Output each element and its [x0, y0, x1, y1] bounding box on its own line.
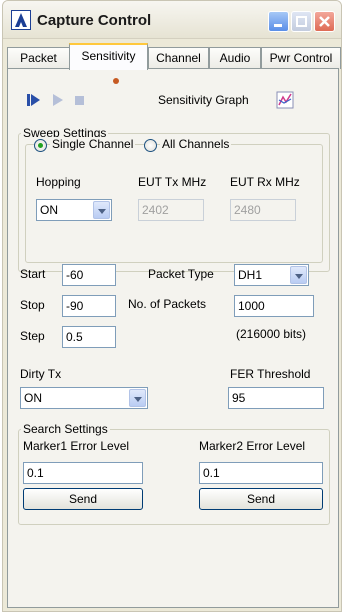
hopping-label: Hopping: [36, 175, 81, 189]
sensitivity-panel: Sensitivity Graph Sweep Settings Single …: [7, 68, 339, 608]
chevron-down-icon[interactable]: [93, 201, 110, 219]
app-icon: [11, 10, 31, 30]
single-channel-radio[interactable]: [34, 139, 47, 152]
title-bar[interactable]: Capture Control: [3, 1, 341, 39]
fer-threshold-label: FER Threshold: [230, 367, 311, 381]
tab-sensitivity[interactable]: Sensitivity: [69, 43, 148, 70]
maximize-button[interactable]: [291, 11, 312, 32]
packet-type-label: Packet Type: [148, 267, 214, 281]
dirty-tx-select[interactable]: ON: [20, 387, 148, 409]
marker2-send-button[interactable]: Send: [199, 488, 323, 510]
eut-tx-label: EUT Tx MHz: [138, 175, 207, 189]
sensitivity-graph-label: Sensitivity Graph: [158, 93, 249, 107]
step-label: Step: [20, 329, 45, 343]
tab-pwr-control[interactable]: Pwr Control: [261, 47, 341, 69]
sweep-settings-group: Sweep Settings Single Channel All Channe…: [18, 126, 330, 272]
num-packets-field[interactable]: 1000: [234, 295, 314, 317]
play-icon[interactable]: [52, 93, 64, 107]
packet-type-select[interactable]: DH1: [234, 264, 309, 286]
all-channels-label[interactable]: All Channels: [160, 137, 232, 151]
stop-label: Stop: [20, 298, 45, 312]
step-field[interactable]: 0.5: [62, 326, 116, 348]
dirty-tx-value: ON: [24, 391, 42, 405]
packet-type-value: DH1: [238, 268, 263, 282]
eut-rx-label: EUT Rx MHz: [230, 175, 300, 189]
window-title: Capture Control: [37, 12, 152, 29]
num-packets-label: No. of Packets: [128, 297, 207, 311]
close-button[interactable]: [314, 11, 335, 32]
hopping-select[interactable]: ON: [36, 199, 112, 221]
fer-threshold-field[interactable]: 95: [228, 387, 324, 409]
start-label: Start: [20, 267, 46, 281]
marker1-label: Marker1 Error Level: [23, 439, 130, 453]
single-channel-label[interactable]: Single Channel: [50, 137, 136, 151]
eut-tx-field: 2402: [138, 199, 204, 221]
tab-packet[interactable]: Packet: [7, 47, 70, 69]
status-indicator-icon: [113, 78, 119, 84]
all-channels-radio[interactable]: [144, 139, 157, 152]
step-play-icon[interactable]: [26, 93, 42, 107]
marker1-field[interactable]: 0.1: [23, 462, 143, 484]
tab-audio[interactable]: Audio: [209, 47, 261, 69]
sweep-inner-group: Single Channel All Channels Hopping ON E…: [25, 137, 323, 263]
marker2-field[interactable]: 0.1: [199, 462, 323, 484]
bits-note: (216000 bits): [236, 327, 307, 341]
marker2-label: Marker2 Error Level: [199, 439, 306, 453]
graph-icon[interactable]: [276, 91, 294, 109]
capture-control-window: Capture Control Packet Sensitivity Chann…: [2, 0, 342, 612]
eut-rx-field: 2480: [230, 199, 296, 221]
hopping-value: ON: [40, 203, 58, 217]
tab-channel[interactable]: Channel: [148, 47, 209, 69]
stop-field[interactable]: -90: [62, 295, 116, 317]
stop-icon[interactable]: [74, 95, 85, 106]
marker1-send-button[interactable]: Send: [23, 488, 143, 510]
search-settings-title: Search Settings: [21, 422, 110, 436]
tab-strip: Packet Sensitivity Channel Audio Pwr Con…: [3, 43, 341, 70]
dirty-tx-label: Dirty Tx: [20, 367, 62, 381]
search-settings-group: Search Settings Marker1 Error Level 0.1 …: [18, 422, 330, 525]
chevron-down-icon[interactable]: [290, 266, 307, 284]
minimize-button[interactable]: [268, 11, 289, 32]
chevron-down-icon[interactable]: [129, 389, 146, 407]
start-field[interactable]: -60: [62, 264, 116, 286]
